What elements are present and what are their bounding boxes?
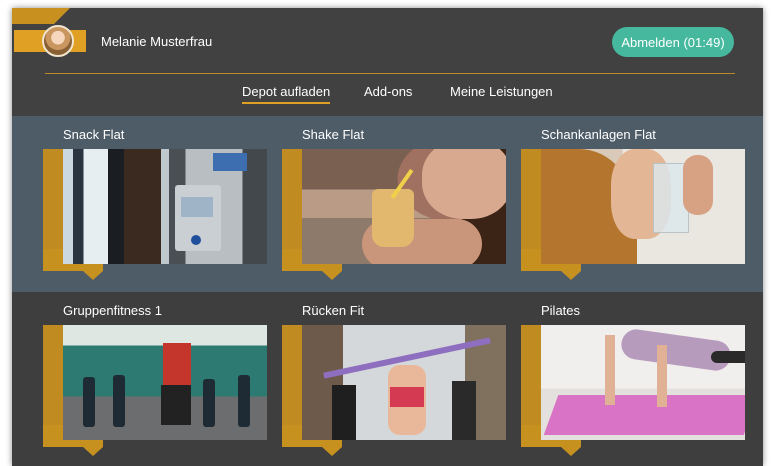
card-title: Rücken Fit [302,303,365,318]
card-image-group-fitness[interactable] [63,325,267,440]
card-image-vending-machine[interactable] [63,149,267,264]
card-snack-flat[interactable]: Snack Flat [43,127,267,280]
user-avatar[interactable] [42,25,74,57]
card-accent-bar [282,149,304,255]
card-accent-bar [43,149,65,255]
card-image-resistance-band[interactable] [302,325,506,440]
card-title: Schankanlagen Flat [541,127,656,142]
card-accent-bar [521,325,543,431]
card-title: Shake Flat [302,127,365,142]
corner-ribbon [12,8,74,24]
card-ruecken-fit[interactable]: Rücken Fit [282,303,506,456]
card-shake-flat[interactable]: Shake Flat [282,127,506,280]
logout-button[interactable]: Abmelden (01:49) [612,27,734,57]
header-divider [45,73,735,74]
tab-add-ons[interactable]: Add-ons [364,84,412,104]
user-name: Melanie Musterfrau [101,34,213,49]
card-accent-bar [521,149,543,255]
card-image-water[interactable] [541,149,745,264]
tab-depot-aufladen[interactable]: Depot aufladen [242,84,331,104]
card-gruppenfitness-1[interactable]: Gruppenfitness 1 [43,303,267,456]
card-title: Pilates [541,303,581,318]
card-image-pilates[interactable] [541,325,745,440]
app-frame: Melanie Musterfrau Abmelden (01:49) Depo… [12,8,763,466]
card-schankanlagen-flat[interactable]: Schankanlagen Flat [521,127,745,280]
card-title: Snack Flat [63,127,125,142]
card-accent-bar [282,325,304,431]
card-title: Gruppenfitness 1 [63,303,163,318]
tab-meine-leistungen[interactable]: Meine Leistungen [450,84,553,104]
card-pilates[interactable]: Pilates [521,303,745,456]
card-image-shake[interactable] [302,149,506,264]
card-accent-bar [43,325,65,431]
